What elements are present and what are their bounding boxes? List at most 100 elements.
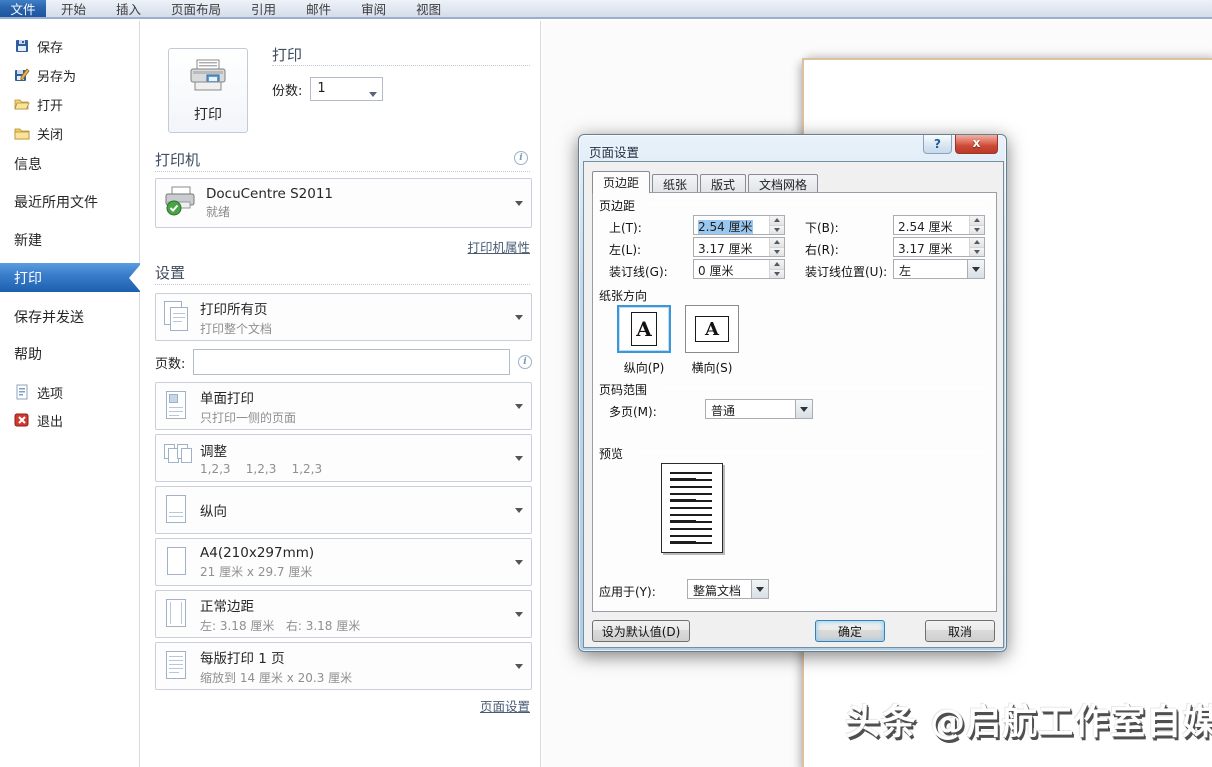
tab-insert[interactable]: 插入 — [101, 0, 156, 17]
sidebar-item-label: 退出 — [37, 411, 63, 430]
portrait-label: 纵向(P) — [611, 359, 677, 376]
margin-left-stepper[interactable]: 3.17 厘米 — [693, 237, 785, 257]
sidebar-item-help[interactable]: 帮助 — [0, 342, 140, 366]
divider — [155, 284, 530, 285]
sidebar-item-save-and-send[interactable]: 保存并发送 — [0, 305, 140, 329]
gutter-position-select[interactable]: 左 — [893, 259, 985, 279]
margin-bottom-label: 下(B): — [805, 219, 839, 236]
portrait-tile[interactable]: A — [617, 305, 671, 353]
print-button[interactable]: 打印 — [168, 48, 248, 133]
group-divider — [633, 452, 988, 453]
chevron-down-icon — [515, 560, 523, 565]
tab-page-layout[interactable]: 页面布局 — [156, 0, 236, 17]
stepper-down-icon[interactable] — [770, 225, 784, 235]
stepper-down-icon[interactable] — [970, 247, 984, 257]
setting-title: A4(210x297mm) — [200, 545, 505, 561]
margins-dropdown[interactable]: 正常边距 左: 3.18 厘米 右: 3.18 厘米 — [155, 590, 532, 638]
sidebar-item-print-selected[interactable]: 打印 — [0, 263, 140, 292]
print-range-dropdown[interactable]: 打印所有页 打印整个文档 — [155, 293, 532, 341]
tab-references[interactable]: 引用 — [236, 0, 291, 17]
orientation-dropdown[interactable]: 纵向 — [155, 486, 532, 534]
cancel-button[interactable]: 取消 — [925, 620, 995, 642]
options-icon — [14, 384, 30, 400]
group-divider — [657, 294, 988, 295]
page-setup-link[interactable]: 页面设置 — [480, 696, 530, 715]
open-folder-icon — [14, 96, 30, 112]
chevron-down-icon — [515, 456, 523, 461]
dialog-tab-strip: 页边距 纸张 版式 文档网格 — [592, 171, 820, 193]
ok-button[interactable]: 确定 — [815, 620, 885, 642]
gutter-value: 0 厘米 — [694, 260, 769, 278]
sidebar-item-label: 新建 — [14, 230, 42, 250]
dialog-close-button[interactable]: x — [955, 135, 998, 154]
sidebar-item-options[interactable]: 选项 — [0, 380, 140, 404]
stepper-down-icon[interactable] — [970, 225, 984, 235]
tab-document-grid[interactable]: 文档网格 — [748, 174, 818, 193]
pages-info-icon[interactable]: i — [518, 355, 532, 369]
tab-file[interactable]: 文件 — [0, 0, 46, 17]
copies-label: 份数: — [272, 80, 302, 99]
chevron-down-icon — [515, 201, 523, 206]
gutter-position-label: 装订线位置(U): — [805, 263, 887, 280]
printer-info-icon[interactable]: i — [514, 151, 528, 165]
stepper-up-icon[interactable] — [970, 216, 984, 225]
stepper-up-icon[interactable] — [770, 238, 784, 247]
stepper-down-icon[interactable] — [369, 92, 377, 97]
group-divider — [645, 204, 988, 205]
tab-view[interactable]: 视图 — [401, 0, 456, 17]
tab-margins[interactable]: 页边距 — [592, 171, 650, 193]
margin-top-stepper[interactable]: 2.54 厘米 — [693, 215, 785, 235]
stepper-down-icon[interactable] — [770, 247, 784, 257]
tab-review[interactable]: 审阅 — [346, 0, 401, 17]
sidebar-item-exit[interactable]: 退出 — [0, 408, 140, 432]
stepper-down-icon[interactable] — [770, 269, 784, 279]
watermark-text: 头条 @启航工作室自媒体 — [845, 694, 1212, 745]
sidebar-item-recent[interactable]: 最近所用文件 — [0, 190, 140, 214]
sidebar-item-save-as[interactable]: 另存为 — [0, 63, 140, 87]
printer-device-icon — [164, 186, 198, 220]
printer-properties-link[interactable]: 打印机属性 — [467, 237, 530, 256]
exit-icon — [14, 412, 30, 428]
tab-paper[interactable]: 纸张 — [652, 174, 698, 193]
dialog-tab-page: 页边距 上(T): 2.54 厘米 下(B): 2.54 厘米 左(L): 3.… — [592, 192, 997, 612]
tab-layout[interactable]: 版式 — [700, 174, 746, 193]
paper-size-icon — [164, 546, 190, 578]
sidebar-item-info[interactable]: 信息 — [0, 152, 140, 176]
duplex-dropdown[interactable]: 单面打印 只打印一侧的页面 — [155, 382, 532, 430]
printer-dropdown[interactable]: DocuCentre S2011 就绪 — [155, 178, 532, 228]
dialog-help-button[interactable]: ? — [923, 135, 952, 154]
tab-home[interactable]: 开始 — [46, 0, 101, 17]
pages-input[interactable] — [193, 349, 510, 375]
gutter-stepper[interactable]: 0 厘米 — [693, 259, 785, 279]
setting-title: 打印所有页 — [200, 298, 505, 318]
multiple-pages-select[interactable]: 普通 — [705, 399, 813, 419]
tab-mailings[interactable]: 邮件 — [291, 0, 346, 17]
pages-per-sheet-icon — [164, 650, 190, 682]
setting-subtitle: 21 厘米 x 29.7 厘米 — [200, 563, 505, 580]
copies-control: 份数: 1 — [272, 77, 383, 101]
margins-icon — [164, 598, 190, 630]
set-as-default-button[interactable]: 设为默认值(D) — [592, 620, 690, 642]
chevron-down-icon — [515, 508, 523, 513]
pages-per-sheet-dropdown[interactable]: 每版打印 1 页 缩放到 14 厘米 x 20.3 厘米 — [155, 642, 532, 690]
setting-title: 每版打印 1 页 — [200, 647, 505, 667]
collation-dropdown[interactable]: 调整 1,2,3 1,2,3 1,2,3 — [155, 434, 532, 482]
portrait-page-icon: A — [631, 312, 657, 346]
divider — [272, 65, 530, 66]
sidebar-item-open[interactable]: 打开 — [0, 92, 140, 116]
margin-bottom-stepper[interactable]: 2.54 厘米 — [893, 215, 985, 235]
preview-text-lines — [670, 474, 696, 544]
margin-right-stepper[interactable]: 3.17 厘米 — [893, 237, 985, 257]
paper-size-dropdown[interactable]: A4(210x297mm) 21 厘米 x 29.7 厘米 — [155, 538, 532, 586]
multiple-pages-value: 普通 — [706, 400, 795, 418]
copies-stepper[interactable]: 1 — [310, 77, 383, 101]
stepper-up-icon[interactable] — [770, 260, 784, 269]
sidebar-item-close[interactable]: 关闭 — [0, 121, 140, 145]
stepper-up-icon[interactable] — [970, 238, 984, 247]
sidebar-item-new[interactable]: 新建 — [0, 228, 140, 252]
pages-field-row: 页数: i — [155, 348, 532, 376]
landscape-tile[interactable]: A — [685, 305, 739, 353]
stepper-up-icon[interactable] — [770, 216, 784, 225]
sidebar-item-save[interactable]: 保存 — [0, 34, 140, 58]
apply-to-select[interactable]: 整篇文档 — [687, 579, 769, 599]
